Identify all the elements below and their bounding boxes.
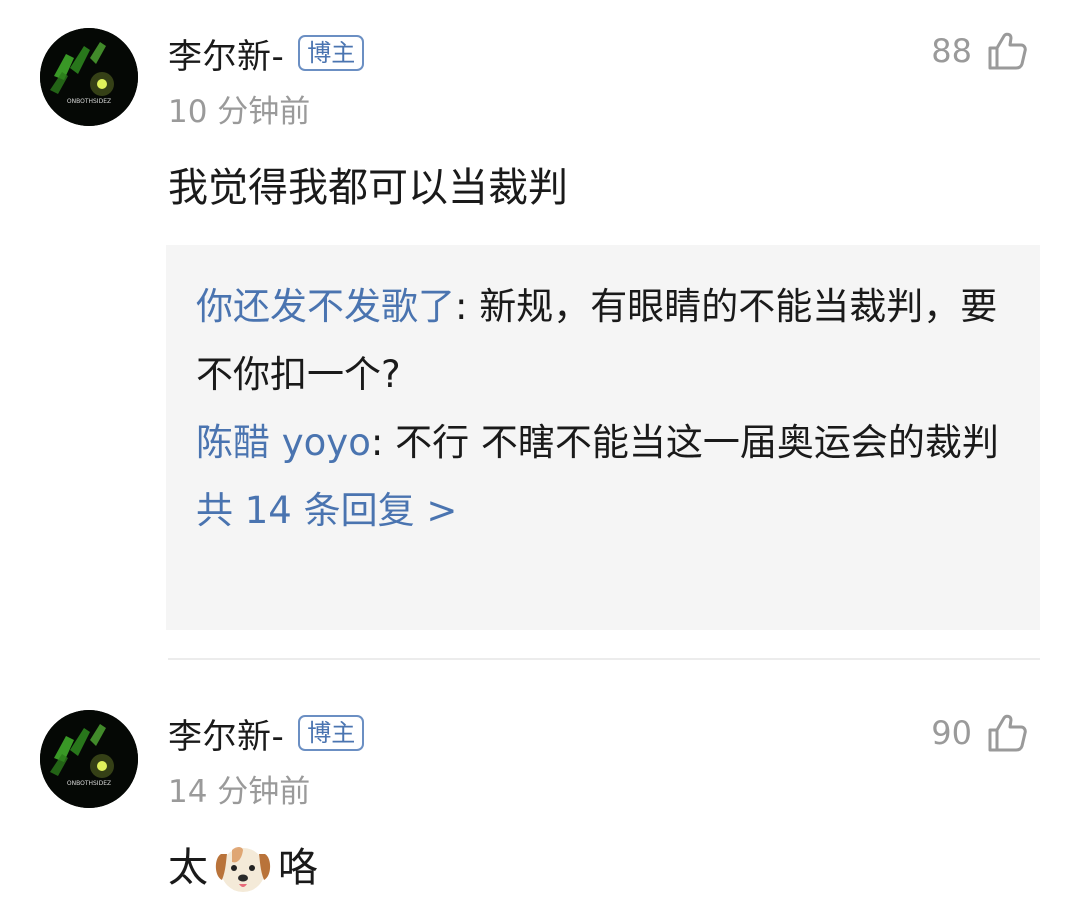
avatar-caption: ONBOTHSIDEZ xyxy=(67,780,111,787)
reply-box[interactable]: 你还发不发歌了: 新规，有眼睛的不能当裁判，要不你扣一个? 陈醋 yoyo: 不… xyxy=(166,245,1040,630)
avatar-image: ONBOTHSIDEZ xyxy=(40,28,138,126)
timestamp: 14 分钟前 xyxy=(168,774,311,810)
like-count: 90 xyxy=(931,714,972,752)
divider xyxy=(168,658,1040,660)
reply-item[interactable]: 陈醋 yoyo: 不行 不瞎不能当这一届奥运会的裁判 xyxy=(196,409,1010,477)
comment-item: ONBOTHSIDEZ 李尔新- 博主 10 分钟前 88 我觉得我都可以当裁判… xyxy=(0,0,1080,660)
comment-header: 李尔新- 博主 xyxy=(168,29,365,78)
reply-text: 不行 不瞎不能当这一届奥运会的裁判 xyxy=(395,421,999,464)
avatar-caption: ONBOTHSIDEZ xyxy=(67,98,111,105)
like-button[interactable]: 90 xyxy=(931,712,1028,754)
thumbs-up-icon[interactable] xyxy=(986,712,1028,754)
comment-text-before: 太 xyxy=(168,845,208,891)
user-name[interactable]: 李尔新- xyxy=(168,29,284,78)
reply-separator: : xyxy=(370,421,396,464)
author-badge: 博主 xyxy=(298,35,365,71)
thumbs-up-icon[interactable] xyxy=(986,30,1028,72)
avatar[interactable]: ONBOTHSIDEZ xyxy=(40,28,138,126)
like-count: 88 xyxy=(931,32,972,70)
user-name[interactable]: 李尔新- xyxy=(168,709,284,758)
reply-separator: : xyxy=(455,285,480,328)
view-all-replies-link[interactable]: 共 14 条回复 > xyxy=(196,477,457,545)
timestamp: 10 分钟前 xyxy=(168,94,311,130)
comment-text: 太 咯 xyxy=(168,840,318,896)
like-button[interactable]: 88 xyxy=(931,30,1028,72)
reply-user[interactable]: 你还发不发歌了 xyxy=(196,285,455,328)
comment-item: ONBOTHSIDEZ 李尔新- 博主 14 分钟前 90 太 咯 xyxy=(0,680,1080,920)
reply-item[interactable]: 你还发不发歌了: 新规，有眼睛的不能当裁判，要不你扣一个? xyxy=(196,273,1010,409)
avatar[interactable]: ONBOTHSIDEZ xyxy=(40,710,138,808)
reply-user[interactable]: 陈醋 yoyo xyxy=(196,421,371,464)
comment-header: 李尔新- 博主 xyxy=(168,709,365,758)
author-badge: 博主 xyxy=(298,715,365,751)
comment-text-after: 咯 xyxy=(278,845,318,891)
avatar-image: ONBOTHSIDEZ xyxy=(40,710,138,808)
comment-text: 我觉得我都可以当裁判 xyxy=(168,165,568,211)
dog-face-icon xyxy=(212,840,274,896)
